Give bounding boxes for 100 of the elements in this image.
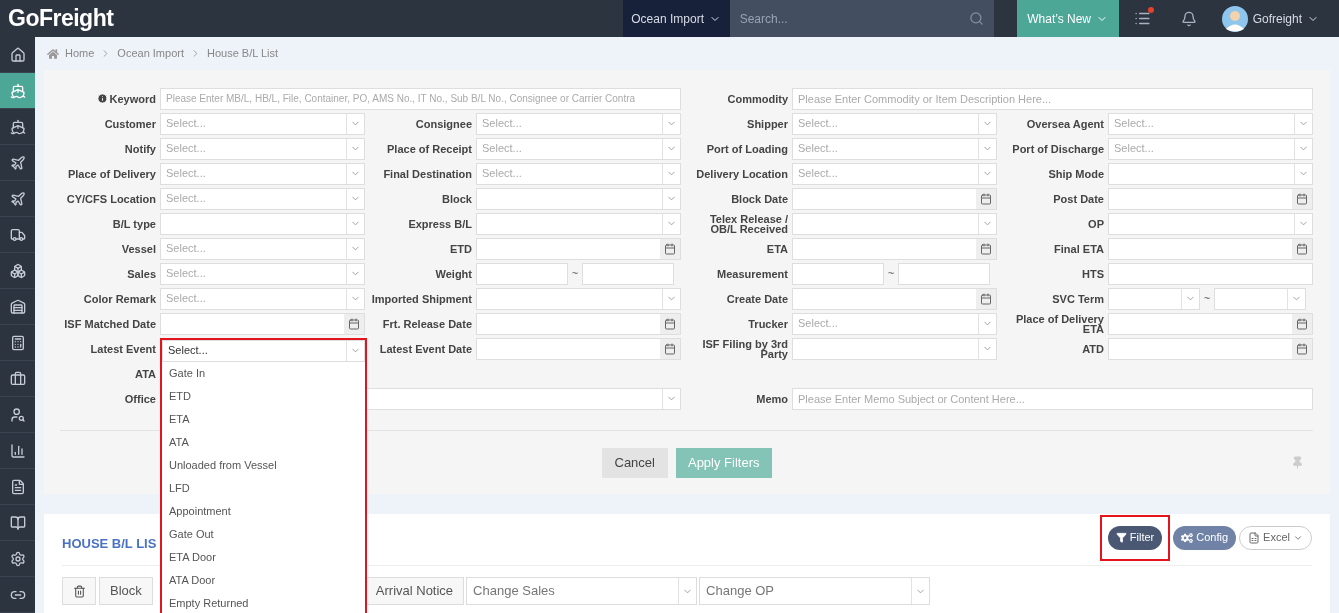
date-field[interactable] (476, 337, 681, 360)
select-field[interactable]: Select... (160, 137, 365, 160)
select-field[interactable]: Select... (792, 162, 997, 185)
date-field[interactable] (1108, 337, 1313, 360)
text-field[interactable] (1108, 262, 1313, 285)
bell-icon[interactable] (1181, 10, 1198, 27)
excel-button[interactable]: Excel (1239, 525, 1312, 550)
field-label: Block (442, 193, 472, 204)
select-field[interactable]: Select... (476, 137, 681, 160)
range-separator: ~ (886, 266, 896, 282)
select-field[interactable] (160, 212, 365, 235)
select-field[interactable] (476, 287, 681, 310)
tasks-button[interactable] (1134, 10, 1152, 27)
list-icon (1134, 10, 1152, 27)
breadcrumb-item[interactable]: Ocean Import (117, 45, 184, 62)
search-icon (968, 11, 984, 26)
dropdown-option[interactable]: ATA (162, 430, 365, 454)
select-field[interactable] (476, 212, 681, 235)
sidebar-item[interactable] (0, 73, 35, 109)
date-field[interactable] (476, 312, 681, 335)
select-field[interactable] (1214, 287, 1306, 310)
module-selector[interactable]: Ocean Import (622, 0, 730, 37)
date-field[interactable] (1108, 312, 1313, 335)
select-field[interactable] (1108, 212, 1313, 235)
select-field[interactable]: Select... (1108, 137, 1313, 160)
ship-icon (9, 82, 26, 99)
field-label: Keyword (109, 93, 156, 104)
logo[interactable]: GoFreight (0, 1, 114, 36)
text-field[interactable]: Please Enter Memo Subject or Content Here... (792, 387, 1313, 410)
range-from-field[interactable] (476, 262, 568, 285)
select-field[interactable]: Select... (160, 162, 365, 185)
field-label: Commodity (727, 93, 788, 104)
dropdown-option[interactable]: Gate Out (162, 522, 365, 546)
field-label: Office (124, 393, 156, 404)
select-field[interactable] (792, 337, 997, 360)
select-field[interactable]: Change OP (699, 577, 931, 605)
select-field[interactable] (1108, 162, 1313, 185)
select-field[interactable]: Select... (792, 112, 997, 135)
date-field[interactable] (792, 237, 997, 260)
date-field[interactable] (1108, 237, 1313, 260)
dropdown-option[interactable]: Empty Returned (162, 591, 365, 613)
delete-button[interactable] (62, 577, 96, 605)
select-field[interactable] (476, 187, 681, 210)
dropdown-option[interactable]: Gate In (162, 361, 365, 385)
select-field[interactable]: Select... (160, 287, 365, 310)
dropdown-option[interactable]: Appointment (162, 499, 365, 523)
dropdown-option[interactable]: ETD (162, 384, 365, 408)
text-field[interactable]: Please Enter Commodity or Item Description Here... (792, 87, 1313, 110)
toolbar-button[interactable]: Block (99, 577, 153, 605)
spreadsheet-icon (1248, 531, 1261, 544)
config-button[interactable]: Config (1173, 525, 1237, 550)
field-label: HTS (1082, 268, 1104, 279)
search-field[interactable]: Search... (729, 0, 994, 37)
field-label: Express B/L (408, 218, 472, 229)
plane-icon (9, 154, 26, 171)
select-field[interactable] (792, 212, 997, 235)
select-field[interactable]: Select... (792, 137, 997, 160)
cancel-button[interactable]: Cancel (601, 447, 668, 478)
dropdown-option[interactable]: ATA Door (162, 568, 365, 592)
calendar-icon (980, 192, 992, 205)
select-field[interactable]: Select... (1108, 112, 1313, 135)
dropdown-option[interactable]: ETA Door (162, 545, 365, 569)
select-field[interactable]: Select... (792, 312, 997, 335)
range-to-field[interactable] (898, 262, 990, 285)
filter-button[interactable]: Filter (1107, 525, 1163, 550)
range-from-field[interactable] (792, 262, 884, 285)
briefcase-icon (9, 370, 26, 387)
field-label: Final Destination (383, 168, 472, 179)
field-label: ETD (450, 243, 472, 254)
toolbar-button[interactable]: Arrival Notice (364, 577, 465, 605)
date-field[interactable] (1108, 187, 1313, 210)
dropdown-option[interactable]: LFD (162, 476, 365, 500)
pin-icon[interactable] (1291, 456, 1304, 469)
select-field[interactable]: Change Sales (466, 577, 698, 605)
calendar-icon (664, 317, 676, 330)
select-field[interactable]: Select... (162, 339, 365, 362)
select-field[interactable]: Select... (160, 262, 365, 285)
breadcrumb-item: House B/L List (207, 46, 279, 62)
date-field[interactable] (160, 312, 365, 335)
dropdown-option[interactable]: ETA (162, 407, 365, 431)
select-field[interactable]: Select... (160, 187, 365, 210)
field-label: Ship Mode (1048, 168, 1104, 179)
user-menu[interactable]: Gofreight (1211, 0, 1339, 37)
date-field[interactable] (792, 187, 997, 210)
whats-new-button[interactable]: What’s New (1016, 0, 1119, 37)
field-label: Delivery Location (696, 168, 788, 179)
date-field[interactable] (476, 237, 681, 260)
select-field[interactable]: Select... (476, 112, 681, 135)
select-field[interactable]: Select... (160, 237, 365, 260)
range-to-field[interactable] (582, 262, 674, 285)
select-field[interactable]: Select... (476, 162, 681, 185)
select-field[interactable]: Select... (160, 112, 365, 135)
text-field[interactable]: Please Enter MB/L, HB/L, File, Container, PO, AMS No., IT No., Sub B/L No., Consignee or Carrier Contra (160, 87, 681, 110)
breadcrumb-item[interactable]: Home (65, 45, 95, 62)
avatar (1221, 5, 1248, 32)
dropdown-option[interactable]: Unloaded from Vessel (162, 453, 365, 477)
field-label: Post Date (1053, 193, 1104, 204)
date-field[interactable] (792, 287, 997, 310)
select-field[interactable] (1108, 287, 1200, 310)
ship-icon (9, 118, 26, 135)
